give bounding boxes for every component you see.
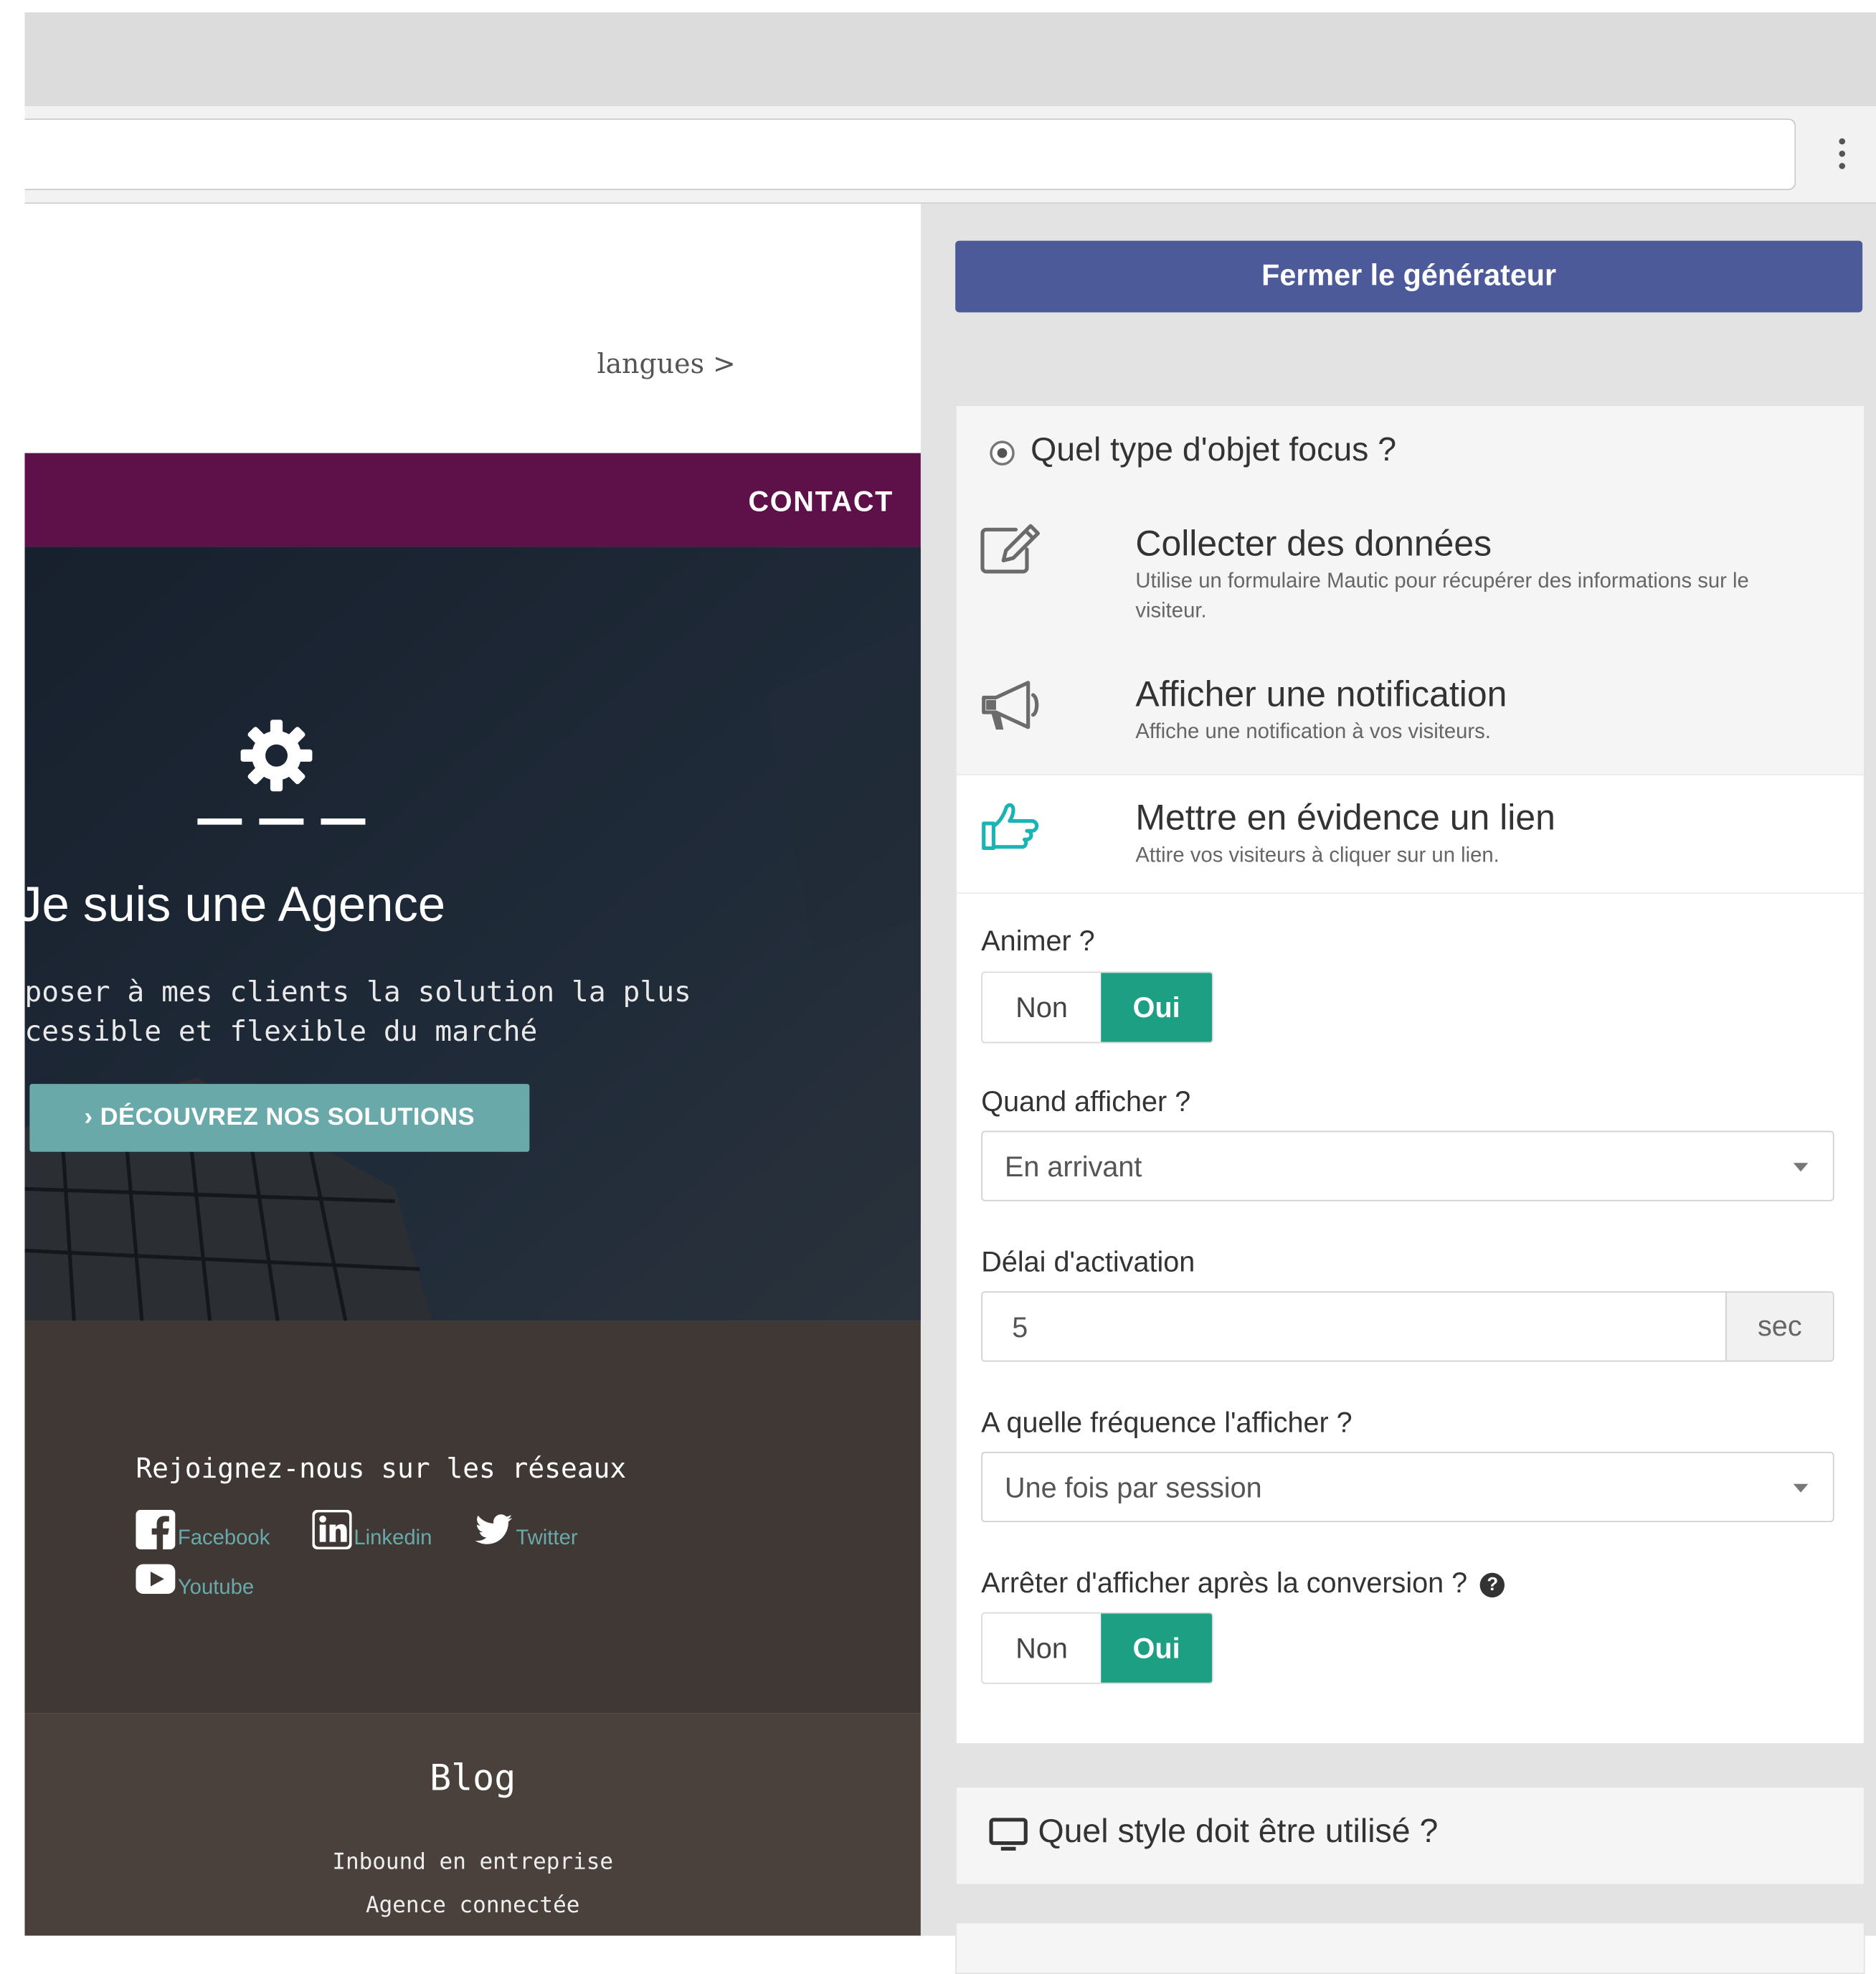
gear-icon bbox=[237, 716, 316, 801]
focus-type-panel: Quel type d'objet focus ? Collecter des … bbox=[955, 405, 1865, 1744]
social-links-row: Facebook Linkedin Twitter bbox=[136, 1509, 620, 1549]
twitter-link[interactable]: Twitter bbox=[474, 1510, 578, 1549]
edit-icon bbox=[980, 524, 1041, 574]
hero-title: Je suis une Agence bbox=[24, 877, 446, 932]
megaphone-icon bbox=[982, 681, 1039, 730]
browser-menu-icon[interactable] bbox=[1827, 128, 1856, 178]
when-label: Quand afficher ? bbox=[981, 1085, 1191, 1118]
type-option-name: Afficher une notification bbox=[1135, 675, 1507, 715]
hero-text-line: cessible et flexible du marché bbox=[24, 1016, 538, 1049]
caret-down-icon bbox=[1793, 1483, 1809, 1493]
close-builder-button[interactable]: Fermer le générateur bbox=[955, 240, 1863, 313]
focus-builder-panel: Fermer le générateur Quel type d'objet f… bbox=[920, 203, 1876, 1974]
frequency-label: A quelle fréquence l'afficher ? bbox=[981, 1406, 1352, 1439]
animate-non-button[interactable]: Non bbox=[982, 973, 1102, 1042]
browser-toolbar bbox=[24, 106, 1876, 204]
social-label: Linkedin bbox=[354, 1526, 432, 1549]
hero-text-line: poser à mes clients la solution la plus bbox=[24, 976, 691, 1009]
address-bar[interactable] bbox=[24, 118, 1796, 191]
focus-type-title: Quel type d'objet focus ? bbox=[1031, 430, 1397, 468]
type-option-desc: Utilise un formulaire Mautic pour récupé… bbox=[1135, 569, 1749, 623]
blog-title: Blog bbox=[430, 1757, 516, 1799]
type-option-desc: Attire vos visiteurs à cliquer sur un li… bbox=[1135, 843, 1500, 867]
website-preview: langues > CONTACT Je suis une Agence pos… bbox=[24, 203, 921, 1936]
stop-after-conversion-label: Arrêter d'afficher après la conversion ?… bbox=[981, 1567, 1505, 1600]
social-links-row: Youtube bbox=[136, 1559, 295, 1599]
frequency-select-value: Une fois par session bbox=[1004, 1471, 1262, 1504]
blog-link[interactable]: Inbound en entreprise bbox=[24, 1849, 921, 1875]
hero-background bbox=[24, 547, 921, 1321]
site-navbar: CONTACT bbox=[24, 453, 921, 547]
facebook-icon bbox=[136, 1509, 176, 1549]
delay-unit: sec bbox=[1725, 1292, 1833, 1361]
hero-text: poser à mes clients la solution la plus … bbox=[24, 973, 691, 1052]
discover-solutions-button[interactable]: › DÉCOUVREZ NOS SOLUTIONS bbox=[29, 1084, 530, 1152]
type-option-name: Mettre en évidence un lien bbox=[1135, 798, 1555, 839]
when-select[interactable]: En arrivant bbox=[981, 1130, 1834, 1201]
stop-non-button[interactable]: Non bbox=[982, 1613, 1102, 1683]
type-option-notification[interactable]: Afficher une notification Affiche une no… bbox=[956, 651, 1864, 775]
type-option-highlight-link[interactable]: Mettre en évidence un lien Attire vos vi… bbox=[956, 774, 1864, 894]
blog-section: Blog Inbound en entreprise Agence connec… bbox=[24, 1713, 921, 1936]
next-panel-header[interactable] bbox=[955, 1922, 1865, 1974]
hero-section: Je suis une Agence poser à mes clients l… bbox=[24, 547, 921, 1321]
type-option-desc: Affiche une notification à vos visiteurs… bbox=[1135, 719, 1491, 744]
twitter-icon bbox=[475, 1514, 513, 1544]
animate-toggle: Non Oui bbox=[981, 971, 1213, 1044]
languages-link[interactable]: langues > bbox=[597, 349, 735, 380]
style-panel-header[interactable]: Quel style doit être utilisé ? bbox=[955, 1786, 1865, 1886]
linkedin-icon bbox=[311, 1509, 351, 1549]
social-label: Youtube bbox=[177, 1575, 255, 1599]
social-label: Twitter bbox=[516, 1526, 578, 1549]
youtube-link[interactable]: Youtube bbox=[136, 1559, 254, 1599]
delay-input-group: 5 sec bbox=[981, 1291, 1834, 1362]
when-select-value: En arrivant bbox=[1004, 1151, 1142, 1183]
pointing-hand-icon bbox=[982, 803, 1039, 850]
social-label: Facebook bbox=[177, 1526, 270, 1549]
stop-oui-button[interactable]: Oui bbox=[1101, 1613, 1213, 1683]
delay-input[interactable]: 5 bbox=[982, 1292, 1726, 1361]
radio-icon bbox=[990, 440, 1015, 466]
type-option-collect-data[interactable]: Collecter des données Utilise un formula… bbox=[956, 500, 1864, 652]
animate-oui-button[interactable]: Oui bbox=[1101, 973, 1213, 1042]
social-title: Rejoignez-nous sur les réseaux bbox=[136, 1454, 627, 1486]
frequency-select[interactable]: Une fois par session bbox=[981, 1452, 1834, 1523]
browser-titlebar bbox=[24, 12, 1876, 108]
facebook-link[interactable]: Facebook bbox=[136, 1509, 270, 1549]
linkedin-link[interactable]: Linkedin bbox=[311, 1509, 432, 1549]
hero-divider bbox=[197, 818, 366, 825]
social-section: Rejoignez-nous sur les réseaux Facebook bbox=[24, 1321, 921, 1714]
animate-label: Animer ? bbox=[981, 925, 1095, 957]
focus-type-header[interactable]: Quel type d'objet focus ? bbox=[956, 406, 1864, 501]
stop-after-conversion-toggle: Non Oui bbox=[981, 1612, 1213, 1684]
type-option-name: Collecter des données bbox=[1135, 524, 1492, 565]
blog-link[interactable]: Agence connectée bbox=[24, 1892, 921, 1918]
monitor-icon bbox=[989, 1818, 1028, 1851]
caret-down-icon bbox=[1793, 1163, 1809, 1172]
style-section-title: Quel style doit être utilisé ? bbox=[1038, 1812, 1439, 1850]
delay-label: Délai d'activation bbox=[981, 1245, 1195, 1278]
help-icon[interactable]: ? bbox=[1480, 1572, 1505, 1597]
stop-after-conversion-text: Arrêter d'afficher après la conversion ? bbox=[981, 1567, 1468, 1599]
nav-contact-link[interactable]: CONTACT bbox=[748, 485, 894, 518]
youtube-icon bbox=[136, 1564, 176, 1594]
